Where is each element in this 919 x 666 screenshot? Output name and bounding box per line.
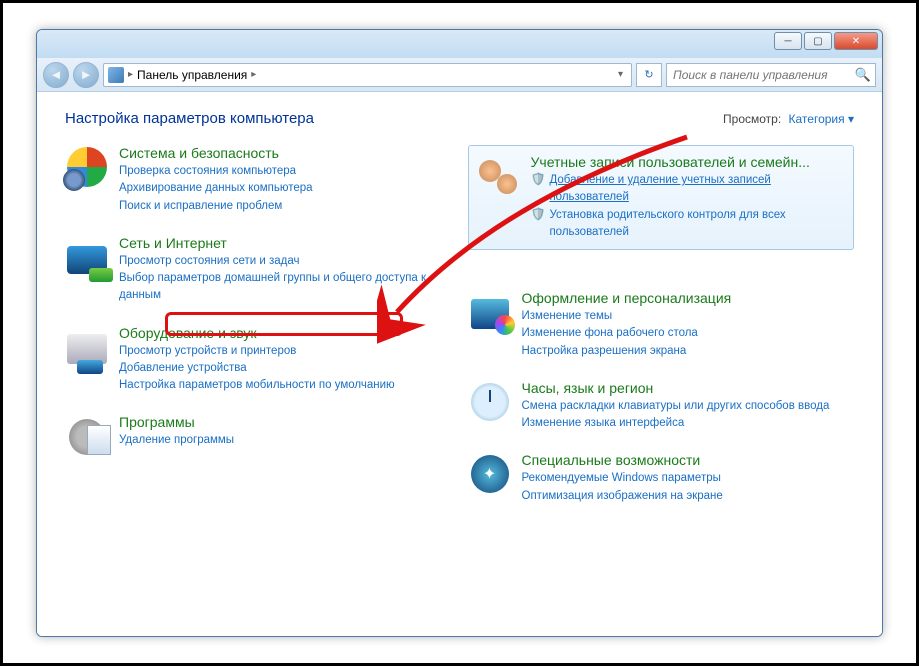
category-system-security: Система и безопасность Проверка состояни…: [65, 145, 452, 215]
close-button[interactable]: ✕: [834, 32, 878, 50]
sublink-recommended[interactable]: Рекомендуемые Windows параметры: [522, 470, 855, 487]
breadcrumb-root[interactable]: Панель управления: [137, 68, 247, 82]
search-input[interactable]: [671, 67, 855, 83]
category-network: Сеть и Интернет Просмотр состояния сети …: [65, 235, 452, 305]
view-by: Просмотр: Категория ▾: [723, 112, 854, 126]
system-security-icon: [65, 145, 109, 189]
category-title[interactable]: Оформление и персонализация: [522, 290, 855, 306]
address-bar[interactable]: ▸ Панель управления ▸ ▾: [103, 63, 632, 87]
sublink-wallpaper[interactable]: Изменение фона рабочего стола: [522, 325, 855, 342]
category-accessibility: ✦ Специальные возможности Рекомендуемые …: [468, 452, 855, 505]
appearance-icon: [468, 290, 512, 334]
maximize-button[interactable]: ▢: [804, 32, 832, 50]
category-title[interactable]: Специальные возможности: [522, 452, 855, 468]
sublink-check-status[interactable]: Проверка состояния компьютера: [119, 163, 452, 180]
sublink-uninstall[interactable]: Удаление программы: [119, 432, 452, 449]
navbar: ◄ ► ▸ Панель управления ▸ ▾ ↻ 🔍: [37, 58, 882, 92]
accessibility-icon: ✦: [468, 452, 512, 496]
breadcrumb-arrow-icon: ▸: [251, 69, 256, 80]
category-title[interactable]: Сеть и Интернет: [119, 235, 452, 251]
sublink-devices[interactable]: Просмотр устройств и принтеров: [119, 343, 452, 360]
address-dropdown-icon[interactable]: ▾: [614, 69, 627, 80]
back-button[interactable]: ◄: [43, 62, 69, 88]
hardware-icon: [65, 325, 109, 369]
sublink-homegroup[interactable]: Выбор параметров домашней группы и общег…: [119, 270, 452, 305]
category-title[interactable]: Часы, язык и регион: [522, 380, 855, 396]
sublink-language[interactable]: Изменение языка интерфейса: [522, 415, 855, 432]
category-user-accounts-highlighted: Учетные записи пользователей и семейн...…: [468, 145, 855, 250]
category-title[interactable]: Программы: [119, 414, 452, 430]
search-icon[interactable]: 🔍: [855, 67, 871, 83]
sublink-keyboard-layout[interactable]: Смена раскладки клавиатуры или других сп…: [522, 398, 855, 415]
search-box[interactable]: 🔍: [666, 63, 876, 87]
shield-icon: 🛡️: [531, 207, 546, 223]
sublink-add-device[interactable]: Добавление устройства: [119, 360, 452, 377]
refresh-button[interactable]: ↻: [636, 63, 662, 87]
page-title: Настройка параметров компьютера: [65, 110, 314, 127]
category-clock-region: Часы, язык и регион Смена раскладки клав…: [468, 380, 855, 433]
control-panel-window: ─ ▢ ✕ ◄ ► ▸ Панель управления ▸ ▾ ↻ 🔍 На…: [36, 29, 883, 637]
programs-icon: [65, 414, 109, 458]
sublink-add-remove-accounts[interactable]: Добавление и удаление учетных записей по…: [549, 172, 845, 207]
minimize-button[interactable]: ─: [774, 32, 802, 50]
user-accounts-icon: [477, 154, 521, 198]
category-title[interactable]: Оборудование и звук: [119, 325, 452, 341]
category-hardware: Оборудование и звук Просмотр устройств и…: [65, 325, 452, 395]
view-label: Просмотр:: [723, 112, 781, 126]
view-mode-dropdown[interactable]: Категория ▾: [789, 112, 854, 126]
sublink-troubleshoot[interactable]: Поиск и исправление проблем: [119, 198, 452, 215]
right-column: Учетные записи пользователей и семейн...…: [468, 145, 855, 505]
shield-icon: 🛡️: [531, 172, 546, 188]
titlebar: ─ ▢ ✕: [37, 30, 882, 58]
category-title[interactable]: Система и безопасность: [119, 145, 452, 161]
sublink-theme[interactable]: Изменение темы: [522, 308, 855, 325]
sublink-resolution[interactable]: Настройка разрешения экрана: [522, 343, 855, 360]
clock-icon: [468, 380, 512, 424]
control-panel-icon: [108, 67, 124, 83]
sublink-backup[interactable]: Архивирование данных компьютера: [119, 180, 452, 197]
content-area: Настройка параметров компьютера Просмотр…: [37, 92, 882, 636]
category-programs: Программы Удаление программы: [65, 414, 452, 458]
left-column: Система и безопасность Проверка состояни…: [65, 145, 452, 505]
category-appearance: Оформление и персонализация Изменение те…: [468, 290, 855, 360]
sublink-optimize-display[interactable]: Оптимизация изображения на экране: [522, 488, 855, 505]
sublink-parental-controls[interactable]: Установка родительского контроля для все…: [549, 207, 845, 242]
sublink-mobility[interactable]: Настройка параметров мобильности по умол…: [119, 377, 452, 394]
breadcrumb-arrow-icon: ▸: [128, 69, 133, 80]
forward-button[interactable]: ►: [73, 62, 99, 88]
sublink-network-status[interactable]: Просмотр состояния сети и задач: [119, 253, 452, 270]
network-icon: [65, 235, 109, 279]
category-title[interactable]: Учетные записи пользователей и семейн...: [531, 154, 846, 170]
